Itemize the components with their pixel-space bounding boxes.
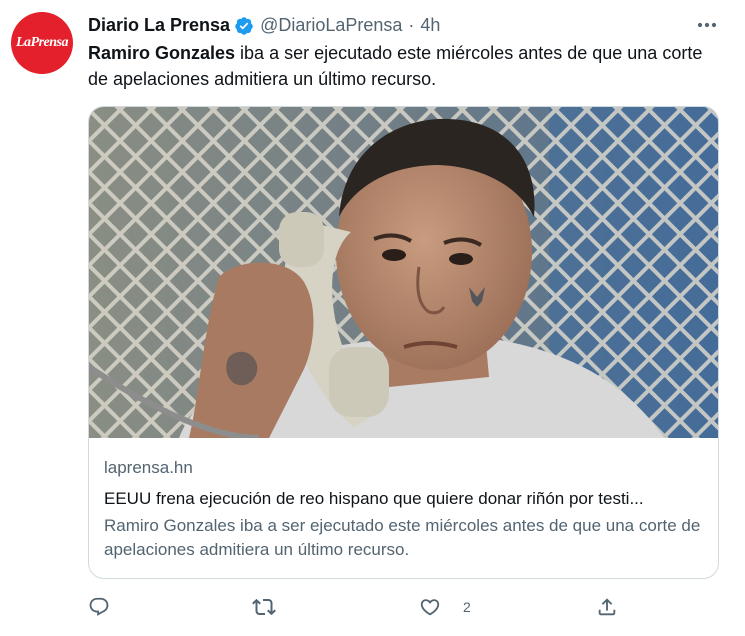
avatar-logo: LaPrensa: [16, 35, 69, 50]
tweet-timestamp[interactable]: 4h: [420, 15, 440, 36]
retweet-icon: [252, 595, 276, 619]
more-options-icon[interactable]: [690, 12, 724, 38]
card-domain: laprensa.hn: [104, 458, 193, 477]
share-button[interactable]: [596, 594, 618, 620]
like-count: 2: [463, 599, 471, 615]
reply-icon: [88, 596, 110, 618]
tweet-text-bold: Ramiro Gonzales: [88, 43, 236, 63]
like-button[interactable]: 2: [419, 594, 471, 620]
card-image[interactable]: [89, 107, 718, 441]
tweet-header: Diario La Prensa @DiarioLaPrensa · 4h: [88, 13, 440, 37]
tweet-actions: 2: [88, 594, 628, 620]
tweet-text: Ramiro Gonzales iba a ser ejecutado este…: [88, 40, 708, 92]
tweet[interactable]: LaPrensa Diario La Prensa @DiarioLaPrens…: [0, 0, 745, 636]
author-display-name[interactable]: Diario La Prensa: [88, 15, 230, 36]
verified-badge-icon: [234, 16, 254, 36]
reply-button[interactable]: [88, 594, 110, 620]
link-card[interactable]: laprensa.hn EEUU frena ejecución de reo …: [88, 106, 719, 579]
card-description: Ramiro Gonzales iba a ser ejecutado este…: [104, 516, 701, 559]
like-icon: [419, 596, 441, 618]
avatar[interactable]: LaPrensa: [11, 12, 73, 74]
retweet-button[interactable]: [252, 594, 276, 620]
share-icon: [596, 596, 618, 618]
separator-dot: ·: [408, 14, 415, 35]
card-info[interactable]: laprensa.hn EEUU frena ejecución de reo …: [89, 439, 718, 578]
card-title: EEUU frena ejecución de reo hispano que …: [104, 489, 644, 508]
author-handle[interactable]: @DiarioLaPrensa: [260, 15, 402, 36]
